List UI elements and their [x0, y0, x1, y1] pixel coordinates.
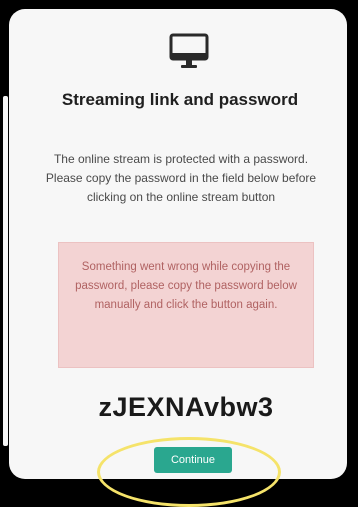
continue-button[interactable]: Continue — [154, 447, 232, 473]
dialog-description: The online stream is protected with a pa… — [45, 152, 317, 204]
monitor-icon — [169, 33, 209, 68]
error-message: Something went wrong while copying the p… — [75, 261, 297, 311]
dialog-title: Streaming link and password — [61, 90, 299, 109]
background-window-edge — [3, 96, 8, 446]
password-text[interactable]: zJEXNAvbw3 — [58, 392, 314, 422]
